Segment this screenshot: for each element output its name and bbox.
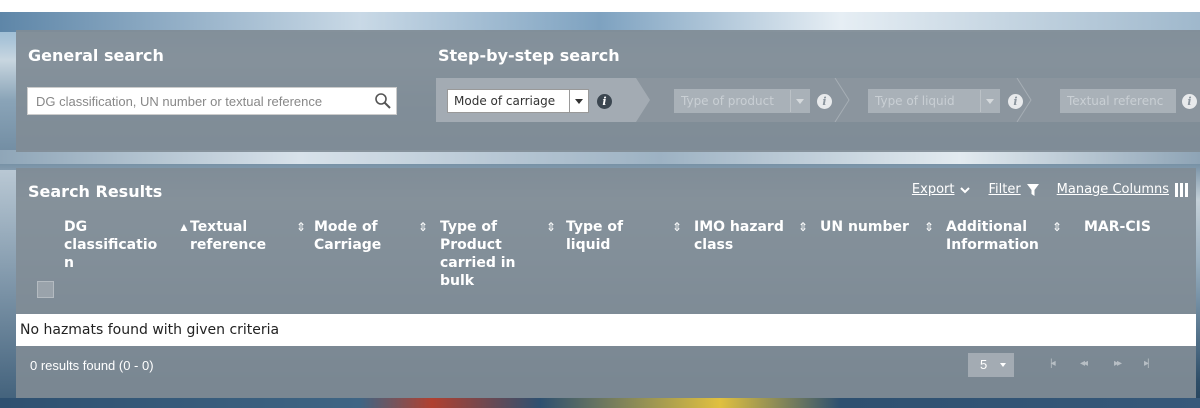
step-arrow [636,78,650,122]
header-line: bulk [440,273,475,289]
results-count: 0 results found (0 - 0) [30,358,154,373]
column-header-additional-information[interactable]: Additional Information [946,218,1039,254]
filter-button[interactable]: Filter [988,182,1039,197]
type-of-liquid-select[interactable]: Type of liquid [868,89,1000,113]
chevron-down-icon [790,90,809,112]
header-line: reference [190,237,267,253]
first-page-icon[interactable]: |◂ [1050,358,1055,369]
sort-icon[interactable]: ⇕ [672,220,682,234]
background-sea-edge [0,170,16,400]
info-icon[interactable]: i [817,94,832,109]
header-line: Textual [190,219,248,235]
info-icon[interactable]: i [597,94,612,109]
search-panel: General search Step-by-step search Mode … [16,30,1200,152]
header-line: n [64,255,74,271]
column-header-textual-reference[interactable]: Textual reference [190,218,266,254]
general-search-title: General search [28,46,164,65]
chevron-down-icon [980,90,999,112]
filter-label: Filter [988,182,1021,197]
sort-icon[interactable]: ⇕ [418,220,428,234]
background-sky [0,12,1200,32]
column-header-un-number[interactable]: UN number [820,218,909,236]
columns-icon [1175,182,1188,197]
header-line: DG [64,219,88,235]
results-toolbar: Export Filter Manage Columns [894,182,1188,197]
results-panel: Search Results Export Filter Manage Colu… [16,168,1196,398]
mode-of-carriage-value: Mode of carriage [454,94,556,108]
manage-columns-button[interactable]: Manage Columns [1057,182,1188,197]
last-page-icon[interactable]: ▸| [1144,358,1149,369]
header-line: class [694,237,734,253]
step-search-title: Step-by-step search [438,46,620,65]
info-icon[interactable]: i [1008,94,1023,109]
type-of-product-value: Type of product [681,94,774,108]
chevron-down-icon [569,90,588,112]
header-line: UN number [820,219,909,235]
header-line: IMO hazard [694,219,784,235]
step-chevron-icon [834,78,850,122]
sort-asc-icon[interactable]: ▲ [178,220,190,234]
results-table-header: DG classificatio n ▲ Textual reference ⇕… [16,212,1196,316]
step-search-bar: Mode of carriage i Type of product i Typ… [436,78,1200,122]
next-page-icon[interactable]: ▸▸ [1114,358,1122,369]
select-all-checkbox[interactable] [37,281,54,298]
header-line: Additional [946,219,1027,235]
mode-of-carriage-select[interactable]: Mode of carriage [447,89,589,113]
chevron-down-icon [960,186,971,193]
header-line: Type of [566,219,624,235]
header-line: Product [440,237,502,253]
filter-icon [1026,183,1039,196]
type-of-product-select[interactable]: Type of product [674,89,810,113]
column-header-dg-classification[interactable]: DG classificatio n [64,218,157,272]
column-header-mode-of-carriage[interactable]: Mode of Carriage [314,218,381,254]
page-size-value: 5 [980,357,988,372]
textual-reference-placeholder: Textual referenc [1067,94,1164,108]
info-icon[interactable]: i [1182,94,1197,109]
type-of-liquid-value: Type of liquid [875,94,955,108]
header-line: liquid [566,237,611,253]
textual-reference-input[interactable]: Textual referenc [1060,89,1176,113]
header-line: carried in [440,255,516,271]
manage-columns-label: Manage Columns [1056,182,1169,197]
results-title: Search Results [28,182,163,201]
empty-results-row: No hazmats found with given criteria [16,314,1196,346]
column-header-type-of-product[interactable]: Type of Product carried in bulk [440,218,516,290]
general-search-box [27,87,397,115]
export-button[interactable]: Export [912,182,971,197]
header-line: Type of [440,219,498,235]
header-line: classificatio [64,237,158,253]
header-line: MAR-CIS [1084,219,1151,235]
step-mode-of-carriage: Mode of carriage i [436,78,650,122]
sort-icon[interactable]: ⇕ [798,220,808,234]
general-search-input[interactable] [28,88,384,114]
column-header-mar-cis[interactable]: MAR-CIS [1084,218,1151,236]
sort-icon[interactable]: ⇕ [546,220,556,234]
header-line: Mode of [314,219,378,235]
header-line: Information [946,237,1039,253]
sort-icon[interactable]: ⇕ [1052,220,1062,234]
header-line: Carriage [314,237,382,253]
background-band [0,150,1200,164]
export-label: Export [911,182,955,197]
search-icon[interactable] [374,92,392,110]
column-header-type-of-liquid[interactable]: Type of liquid [566,218,623,254]
column-header-imo-hazard-class[interactable]: IMO hazard class [694,218,784,254]
background-ship [0,398,1200,408]
page-size-select[interactable]: 5 [968,353,1014,377]
sort-icon[interactable]: ⇕ [296,220,306,234]
previous-page-icon[interactable]: ◂◂ [1080,358,1088,369]
sort-icon[interactable]: ⇕ [924,220,934,234]
